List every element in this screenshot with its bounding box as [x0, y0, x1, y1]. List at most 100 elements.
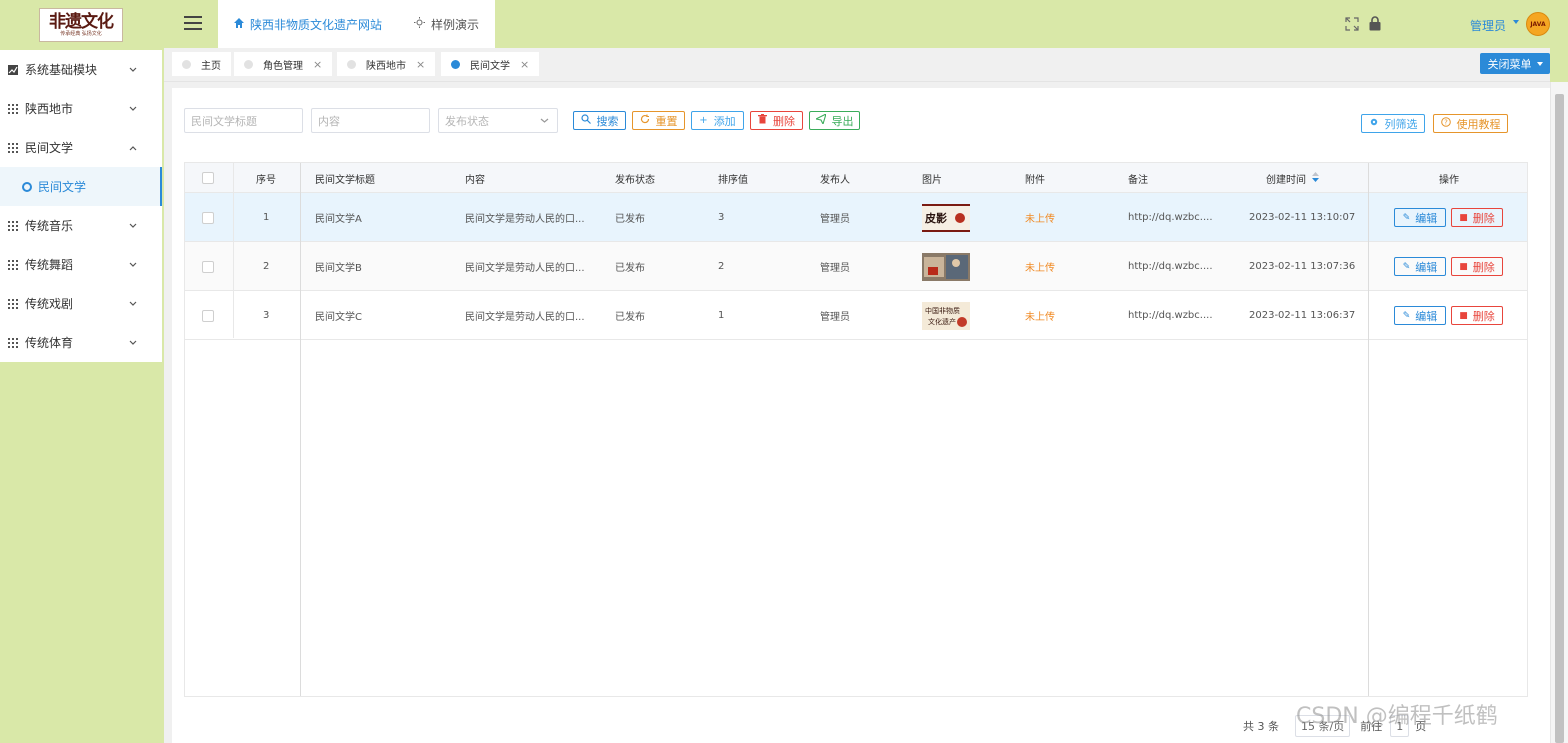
vertical-scrollbar[interactable]: [1550, 82, 1568, 743]
trash-icon: ■: [1459, 310, 1468, 321]
sidebar-item-cities[interactable]: 陕西地市: [0, 89, 162, 128]
th-note: 备注: [1128, 174, 1148, 186]
sidebar-item-dance[interactable]: 传统舞蹈: [0, 245, 162, 284]
trash-icon: ■: [1459, 212, 1468, 223]
thumbnail-image[interactable]: 皮影: [922, 203, 970, 232]
select-all-checkbox[interactable]: [202, 163, 214, 193]
close-menu-button[interactable]: 关闭菜单: [1480, 53, 1550, 74]
th-publisher: 发布人: [820, 174, 850, 186]
delete-label: 删除: [773, 114, 795, 128]
edit-button[interactable]: ✎ 编辑: [1394, 208, 1446, 227]
cell-status: 已发布: [615, 263, 645, 274]
cell-image[interactable]: [922, 242, 970, 291]
grid-icon: [8, 337, 18, 348]
row-checkbox[interactable]: [202, 193, 214, 242]
column-filter-button[interactable]: 列筛选: [1361, 114, 1425, 133]
sidebar-item-music[interactable]: 传统音乐: [0, 206, 162, 245]
grid-icon: [8, 103, 18, 114]
logo[interactable]: 非遗文化 传承经典 弘扬文化: [39, 8, 123, 42]
page-tab-label: 陕西地市: [366, 60, 406, 72]
admin-menu[interactable]: 管理员: [1470, 17, 1506, 34]
thumbnail-image[interactable]: 中国非物质文化遗产: [922, 301, 970, 330]
cell-note: http://dq.wzbc....: [1128, 261, 1213, 272]
edit-button[interactable]: ✎ 编辑: [1394, 306, 1446, 325]
cell-sort: 1: [718, 310, 725, 321]
svg-text:?: ?: [1444, 119, 1448, 127]
close-icon[interactable]: ×: [520, 58, 529, 71]
row-checkbox[interactable]: [202, 291, 214, 340]
cell-publisher: 管理员: [820, 214, 850, 225]
sidebar-item-label: 系统基础模块: [25, 63, 98, 77]
avatar[interactable]: JAVA: [1526, 12, 1550, 36]
th-created[interactable]: 创建时间: [1266, 163, 1319, 193]
sidebar-item-sports[interactable]: 传统体育: [0, 323, 162, 362]
title-search-input[interactable]: 民间文学标题: [184, 108, 303, 133]
page-tab-folk-literature[interactable]: 民间文学 ×: [441, 52, 540, 76]
row-delete-button[interactable]: ■ 删除: [1451, 257, 1503, 276]
cell-image[interactable]: 中国非物质 文化遗产: [922, 291, 970, 340]
tab-dot-icon: [244, 59, 253, 69]
edit-button[interactable]: ✎ 编辑: [1394, 257, 1446, 276]
page-tab-cities[interactable]: 陕西地市 ×: [337, 52, 436, 76]
cell-index: 3: [263, 310, 270, 321]
cell-actions: ✎ 编辑 ■ 删除: [1394, 291, 1503, 340]
status-select[interactable]: 发布状态: [438, 108, 558, 133]
table-row[interactable]: 1 民间文学A 民间文学是劳动人民的口... 已发布 3 管理员 皮影 未上传 …: [185, 193, 1527, 242]
cell-created: 2023-02-11 13:10:07: [1249, 212, 1356, 223]
reset-button[interactable]: 重置: [632, 111, 685, 130]
plus-icon: +: [699, 115, 708, 126]
grid-icon: [8, 259, 18, 270]
page-tab-home[interactable]: 主页: [172, 52, 231, 76]
chevron-down-icon: [128, 338, 138, 348]
table-row[interactable]: 3 民间文学C 民间文学是劳动人民的口... 已发布 1 管理员 中国非物质 文化…: [185, 291, 1527, 340]
row-delete-button[interactable]: ■ 删除: [1451, 208, 1503, 227]
sidebar-item-system[interactable]: 系统基础模块: [0, 50, 162, 89]
add-button[interactable]: + 添加: [691, 111, 744, 130]
home-icon: [234, 17, 244, 31]
top-tab-label: 陕西非物质文化遗产网站: [250, 17, 383, 32]
svg-text:皮影: 皮影: [924, 211, 947, 225]
hamburger-icon[interactable]: [184, 16, 202, 30]
search-button[interactable]: 搜索: [573, 111, 626, 130]
th-index: 序号: [256, 174, 276, 186]
cell-image[interactable]: 皮影: [922, 193, 970, 242]
row-checkbox[interactable]: [202, 242, 214, 291]
sidebar: 非遗文化 传承经典 弘扬文化 系统基础模块 陕西地市 民间文学 民间文学 传统音…: [0, 0, 162, 743]
cell-attachment: 未上传: [1025, 312, 1055, 323]
tutorial-button[interactable]: ? 使用教程: [1433, 114, 1508, 133]
close-menu-label: 关闭菜单: [1487, 57, 1532, 71]
cell-title: 民间文学A: [315, 214, 362, 225]
header: 陕西非物质文化遗产网站 样例演示 管理员 JAVA: [164, 0, 1568, 48]
export-button[interactable]: 导出: [809, 111, 860, 130]
th-content: 内容: [465, 174, 485, 186]
scrollbar-thumb[interactable]: [1555, 94, 1564, 743]
fullscreen-icon[interactable]: [1345, 17, 1359, 31]
chevron-down-icon: [540, 116, 549, 128]
table-row[interactable]: 2 民间文学B 民间文学是劳动人民的口... 已发布 2 管理员 未上传 htt…: [185, 242, 1527, 291]
caret-down-icon[interactable]: [1513, 20, 1519, 24]
submenu-item-folk-literature[interactable]: 民间文学: [0, 167, 162, 206]
cell-actions: ✎ 编辑 ■ 删除: [1394, 193, 1503, 242]
table-header: 序号 民间文学标题 内容 发布状态 排序值 发布人 图片 附件 备注 创建时间 …: [185, 163, 1527, 193]
page-tab-roles[interactable]: 角色管理 ×: [234, 52, 333, 76]
lock-icon[interactable]: [1369, 16, 1381, 31]
row-delete-button[interactable]: ■ 删除: [1451, 306, 1503, 325]
content-search-input[interactable]: 内容: [311, 108, 430, 133]
logo-title: 非遗文化: [49, 11, 114, 32]
page-tab-label: 民间文学: [470, 60, 510, 72]
tutorial-label: 使用教程: [1456, 117, 1501, 131]
close-icon[interactable]: ×: [313, 58, 322, 71]
chevron-down-icon: [128, 221, 138, 231]
trash-icon: [758, 114, 767, 127]
grid-icon: [8, 142, 18, 153]
sidebar-item-drama[interactable]: 传统戏剧: [0, 284, 162, 323]
sidebar-item-folk-literature[interactable]: 民间文学: [0, 128, 162, 167]
thumbnail-image[interactable]: [922, 252, 970, 281]
top-tab-demo[interactable]: 样例演示: [398, 0, 495, 48]
close-icon[interactable]: ×: [416, 58, 425, 71]
cell-content: 民间文学是劳动人民的口...: [465, 263, 585, 274]
top-tab-site[interactable]: 陕西非物质文化遗产网站: [218, 0, 398, 48]
sort-icon[interactable]: [1312, 171, 1319, 185]
delete-button[interactable]: 删除: [750, 111, 803, 130]
delete-label: 删除: [1472, 211, 1495, 225]
